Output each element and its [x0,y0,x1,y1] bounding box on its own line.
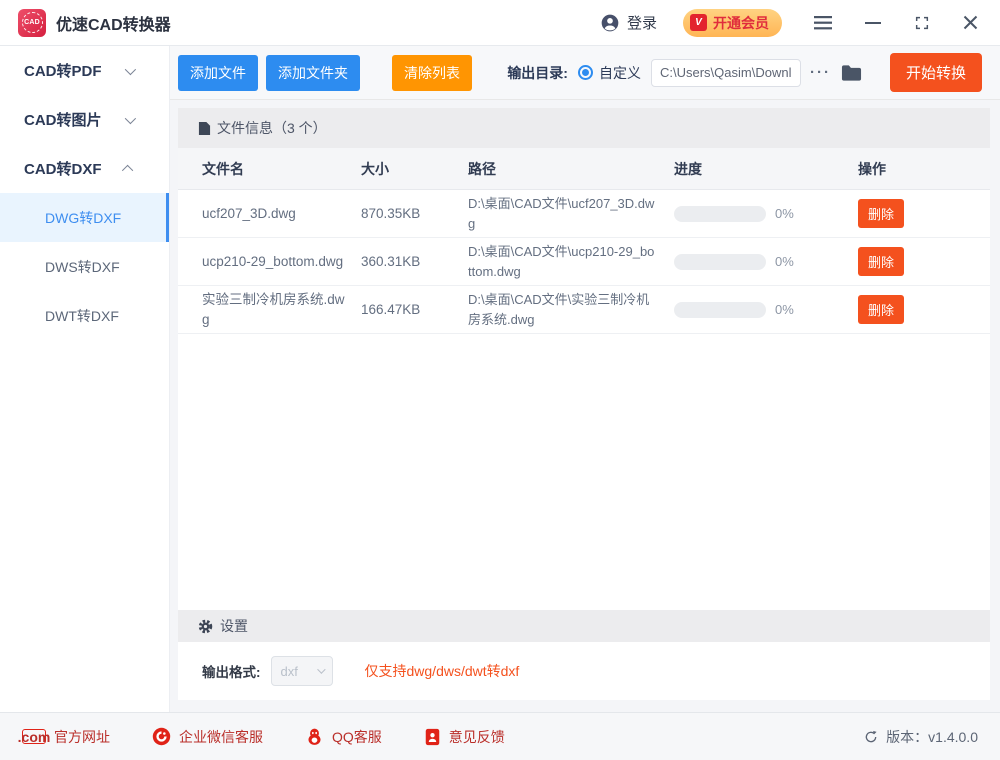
vip-icon: V [690,14,707,31]
menu-icon[interactable] [814,16,832,30]
refresh-icon [863,729,879,745]
table-row: ucf207_3D.dwg 870.35KB D:\桌面\CAD文件\ucf20… [178,190,990,238]
close-icon[interactable] [963,15,978,30]
sidebar-item-dwg-to-dxf[interactable]: DWG转DXF [0,193,169,242]
delete-button[interactable]: 删除 [858,247,904,276]
file-path: D:\桌面\CAD文件\ucf207_3D.dwg [468,194,674,233]
wechat-support-link[interactable]: 企业微信客服 [152,727,263,747]
custom-dir-radio[interactable] [578,65,593,80]
sidebar-group-label: CAD转DXF [24,158,102,179]
sidebar-item-dws-to-dxf[interactable]: DWS转DXF [0,242,169,291]
login-label: 登录 [627,12,657,33]
main-area: 添加文件 添加文件夹 清除列表 输出目录: 自定义 ··· 开始转换 [170,46,1000,712]
table-header: 文件名 大小 路径 进度 操作 [178,148,990,190]
app-logo-glyph: CAD [22,12,43,33]
progress-cell: 0% [674,254,858,270]
progress-cell: 0% [674,302,858,318]
format-hint-text: 仅支持dwg/dws/dwt转dxf [365,661,520,681]
table-row: ucp210-29_bottom.dwg 360.31KB D:\桌面\CAD文… [178,238,990,286]
custom-dir-radio-label: 自定义 [599,63,641,83]
gear-icon [198,619,213,634]
website-icon: .com [22,729,46,744]
file-info-title: 文件信息（3 个） [217,118,327,138]
progress-cell: 0% [674,206,858,222]
file-name: 实验三制冷机房系统.dwg [178,290,361,329]
sidebar-item-dwt-to-dxf[interactable]: DWT转DXF [0,291,169,340]
clear-list-button[interactable]: 清除列表 [392,55,472,91]
footer: .com 官方网址 企业微信客服 QQ客服 意见反馈 [0,712,1000,760]
file-size: 870.35KB [361,206,468,221]
col-header-path: 路径 [468,159,674,179]
minimize-icon[interactable] [865,16,881,30]
add-folder-button[interactable]: 添加文件夹 [266,55,360,91]
maximize-icon[interactable] [914,15,930,31]
output-format-label: 输出格式: [202,661,261,681]
feedback-icon [424,728,441,746]
delete-button[interactable]: 删除 [858,295,904,324]
chevron-down-icon [125,63,136,74]
file-panel: 文件信息（3 个） 文件名 大小 路径 进度 操作 ucf207_3D.dwg … [178,108,990,700]
toolbar: 添加文件 添加文件夹 清除列表 输出目录: 自定义 ··· 开始转换 [170,46,1000,100]
footer-link-label: 意见反馈 [449,727,505,747]
start-convert-button[interactable]: 开始转换 [890,53,982,92]
qq-support-link[interactable]: QQ客服 [305,727,382,747]
progress-bar [674,302,766,318]
file-name: ucf207_3D.dwg [178,204,361,224]
footer-link-label: 企业微信客服 [179,727,263,747]
folder-icon [841,64,862,82]
qq-icon [305,727,324,746]
wechat-icon [152,727,171,746]
sidebar-item-cad-to-dxf[interactable]: CAD转DXF [0,144,169,193]
file-size: 166.47KB [361,302,468,317]
add-file-button[interactable]: 添加文件 [178,55,258,91]
col-header-progress: 进度 [674,159,858,179]
table-row: 实验三制冷机房系统.dwg 166.47KB D:\桌面\CAD文件\实验三制冷… [178,286,990,334]
file-path: D:\桌面\CAD文件\实验三制冷机房系统.dwg [468,290,674,329]
official-website-link[interactable]: .com 官方网址 [22,727,110,747]
col-header-action: 操作 [858,159,990,179]
login-button[interactable]: 登录 [600,12,657,33]
sidebar-item-cad-to-image[interactable]: CAD转图片 [0,95,169,144]
output-format-select[interactable]: dxf [271,656,333,686]
footer-link-label: 官方网址 [54,727,110,747]
file-info-band: 文件信息（3 个） [178,108,990,148]
chevron-up-icon [122,164,133,175]
titlebar: CAD 优速CAD转换器 登录 V 开通会员 [0,0,1000,46]
output-path-input[interactable] [651,59,801,87]
user-avatar-icon [600,13,620,33]
progress-percent: 0% [775,254,794,269]
app-logo-icon: CAD [18,9,46,37]
chevron-down-icon [125,112,136,123]
output-dir-label: 输出目录: [507,63,568,83]
progress-percent: 0% [775,302,794,317]
vip-label: 开通会员 [713,13,769,33]
sidebar-group-label: CAD转PDF [24,60,102,81]
open-vip-button[interactable]: V 开通会员 [683,9,782,37]
settings-band: 设置 [178,610,990,642]
version-info: 版本：v1.4.0.0 [863,727,978,747]
document-icon [198,121,211,136]
col-header-name: 文件名 [178,159,361,179]
settings-title: 设置 [220,616,248,636]
feedback-link[interactable]: 意见反馈 [424,727,505,747]
output-format-row: 输出格式: dxf 仅支持dwg/dws/dwt转dxf [178,642,990,700]
footer-link-label: QQ客服 [332,727,382,747]
sidebar-item-cad-to-pdf[interactable]: CAD转PDF [0,46,169,95]
file-name: ucp210-29_bottom.dwg [178,252,361,272]
app-title: 优速CAD转换器 [56,11,171,35]
progress-percent: 0% [775,206,794,221]
progress-bar [674,206,766,222]
col-header-size: 大小 [361,159,468,179]
sidebar-group-label: CAD转图片 [24,109,102,130]
browse-more-button[interactable]: ··· [810,64,831,81]
open-folder-button[interactable] [841,64,862,82]
output-format-value: dxf [281,664,298,679]
progress-bar [674,254,766,270]
version-label: 版本：v1.4.0.0 [886,727,978,747]
sidebar: CAD转PDF CAD转图片 CAD转DXF DWG转DXF DWS转DXF D… [0,46,170,712]
delete-button[interactable]: 删除 [858,199,904,228]
chevron-down-icon [317,665,325,673]
file-size: 360.31KB [361,254,468,269]
file-path: D:\桌面\CAD文件\ucp210-29_bottom.dwg [468,242,674,281]
